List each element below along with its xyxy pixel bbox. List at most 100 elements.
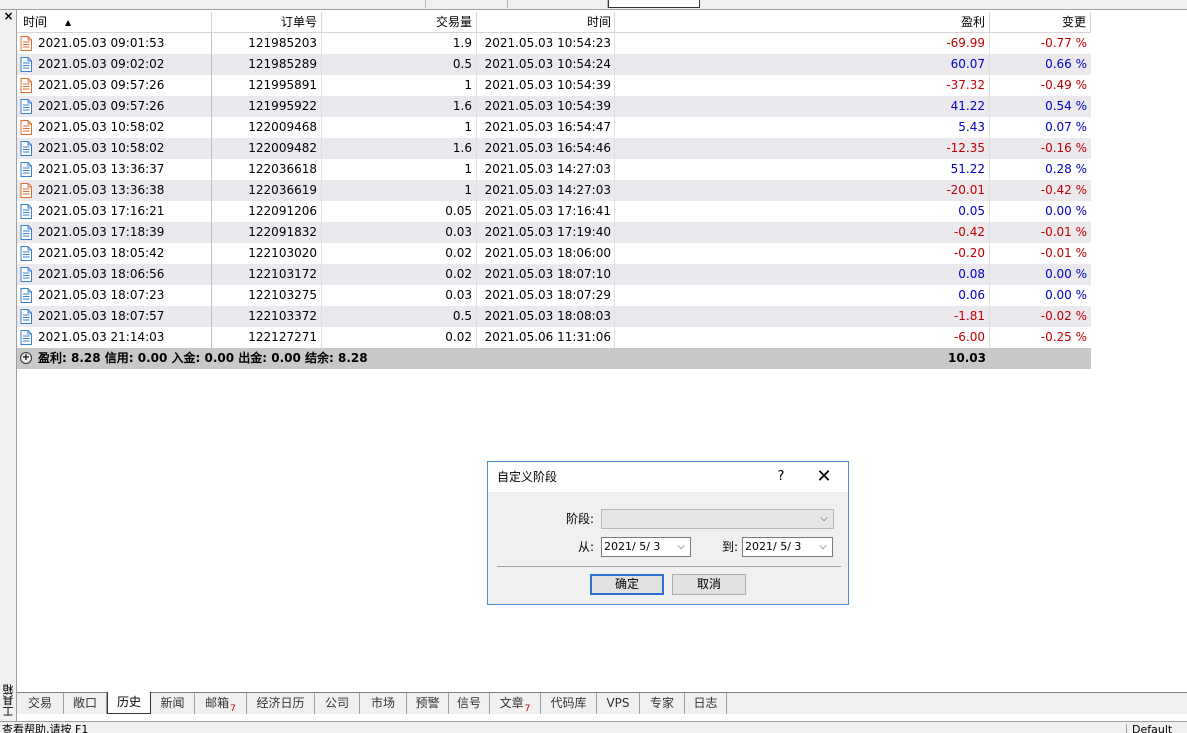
close-time-cell: 2021.05.03 14:27:03 [477,159,615,180]
column-header-volume[interactable]: 交易量 [322,12,477,33]
time-cell: 2021.05.03 10:58:02 [17,138,212,159]
tab-articles[interactable]: 文章7 [490,693,541,714]
summary-total: 10.03 [948,351,986,365]
close-time-cell: 2021.05.03 10:54:39 [477,96,615,117]
from-date-picker[interactable]: 2021/ 5/ 3 ⌵ [601,537,691,557]
table-row[interactable]: 2021.05.03 13:36:38 122036619 1 2021.05.03 … [17,180,1091,201]
tab-exposure[interactable]: 敞口 [64,693,107,714]
volume-cell: 1 [322,117,477,138]
change-cell: -0.01 % [1040,246,1087,260]
tab-news[interactable]: 新闻 [151,693,195,714]
column-header-close-time[interactable]: 时间 [477,12,615,33]
profit-cell: -20.01 [615,180,990,201]
close-icon[interactable]: ✕ [815,462,833,492]
table-row[interactable]: 2021.05.03 09:01:53 121985203 1.9 2021.05.0… [17,33,1091,54]
profit-cell: -0.42 [615,222,990,243]
period-label: 阶段: [565,512,594,526]
to-label: 到: [721,540,738,554]
change-cell: 0.00 % [1045,267,1087,281]
bottom-tab-bar: 交易 敞口 历史 新闻 邮箱7 经济日历 公司 市场 预警 信号 文章7 代码库 VPS 专家 日志 [17,692,1187,714]
table-row[interactable]: 2021.05.03 17:18:39 122091832 0.03 2021.05.… [17,222,1091,243]
close-time-cell: 2021.05.03 10:54:23 [477,33,615,54]
close-time-cell: 2021.05.03 10:54:39 [477,75,615,96]
tab-journal[interactable]: 日志 [685,693,727,714]
from-date-value: 2021/ 5/ 3 [604,540,661,553]
chevron-down-icon: ⌵ [677,541,685,552]
dialog-titlebar: 自定义阶段 ? ✕ [488,462,848,492]
table-row[interactable]: 2021.05.03 18:05:42 122103020 0.02 2021.05.… [17,243,1091,264]
chart-tab[interactable] [344,0,426,8]
tab-codebase[interactable]: 代码库 [541,693,597,714]
order-cell: 121985203 [212,33,322,54]
volume-cell: 1.9 [322,33,477,54]
buy-order-icon [20,288,32,303]
tab-badge: 7 [230,704,236,714]
table-row[interactable]: 2021.05.03 17:16:21 122091206 0.05 2021.05.… [17,201,1091,222]
close-time-cell: 2021.05.03 10:54:24 [477,54,615,75]
tab-history[interactable]: 历史 [107,692,151,714]
tab-signals[interactable]: 信号 [449,693,490,714]
sell-order-icon [20,78,32,93]
to-date-picker[interactable]: 2021/ 5/ 3 ⌵ [742,537,833,557]
cancel-button[interactable]: 取消 [672,574,746,595]
tab-mailbox[interactable]: 邮箱7 [195,693,247,714]
order-cell: 122103275 [212,285,322,306]
profit-cell: -1.81 [615,306,990,327]
table-row[interactable]: 2021.05.03 09:02:02 121985289 0.5 2021.05.0… [17,54,1091,75]
table-row[interactable]: 2021.05.03 18:07:23 122103275 0.03 2021.05.… [17,285,1091,306]
help-icon[interactable]: ? [773,462,789,492]
table-row[interactable]: 2021.05.03 18:07:57 122103372 0.5 2021.05.0… [17,306,1091,327]
volume-cell: 1 [322,75,477,96]
column-header-profit[interactable]: 盈利 [615,12,990,33]
order-cell: 121985289 [212,54,322,75]
from-label: 从: [577,540,594,554]
column-header-time[interactable]: 时间 ▲ [17,12,212,33]
column-header-change[interactable]: 变更 [990,12,1091,33]
buy-order-icon [20,57,32,72]
table-row[interactable]: 2021.05.03 21:14:03 122127271 0.02 2021.05.… [17,327,1091,348]
expand-icon[interactable]: + [20,352,32,364]
table-row[interactable]: 2021.05.03 18:06:56 122103172 0.02 2021.05.… [17,264,1091,285]
order-cell: 122009468 [212,117,322,138]
chart-tab-active[interactable] [608,0,700,8]
summary-row[interactable]: + 盈利: 8.28 信用: 0.00 入金: 0.00 出金: 0.00 结余… [17,348,1091,369]
table-row[interactable]: 2021.05.03 10:58:02 122009468 1 2021.05.03 … [17,117,1091,138]
tab-trade[interactable]: 交易 [17,693,64,714]
table-row[interactable]: 2021.05.03 09:57:26 121995922 1.6 2021.05.0… [17,96,1091,117]
tab-experts[interactable]: 专家 [640,693,685,714]
order-cell: 122009482 [212,138,322,159]
profit-cell: 0.06 [615,285,990,306]
time-cell: 2021.05.03 18:06:56 [17,264,212,285]
profit-cell: -69.99 [615,33,990,54]
dialog-title: 自定义阶段 [497,470,558,484]
close-time-cell: 2021.05.03 16:54:47 [477,117,615,138]
tab-calendar[interactable]: 经济日历 [247,693,315,714]
time-cell: 2021.05.03 09:02:02 [17,54,212,75]
buy-order-icon [20,267,32,282]
change-cell: 0.66 % [1045,57,1087,71]
ok-button[interactable]: 确定 [590,574,664,595]
buy-order-icon [20,99,32,114]
tab-alerts[interactable]: 预警 [407,693,449,714]
volume-cell: 1 [322,159,477,180]
buy-order-icon [20,141,32,156]
volume-cell: 1.6 [322,96,477,117]
table-row[interactable]: 2021.05.03 10:58:02 122009482 1.6 2021.05.0… [17,138,1091,159]
tab-vps[interactable]: VPS [597,693,640,714]
change-cell: -0.01 % [1040,225,1087,239]
chart-tab[interactable] [508,0,608,8]
tab-market[interactable]: 市场 [360,693,407,714]
period-select[interactable]: ⌵ [601,509,834,529]
toolbox-title: 工具箱 [2,684,15,717]
tab-company[interactable]: 公司 [315,693,360,714]
table-row[interactable]: 2021.05.03 09:57:26 121995891 1 2021.05.03 … [17,75,1091,96]
time-cell: 2021.05.03 09:01:53 [17,33,212,54]
buy-order-icon [20,162,32,177]
column-header-order[interactable]: 订单号 [212,12,322,33]
change-cell: 0.07 % [1045,120,1087,134]
table-row[interactable]: 2021.05.03 13:36:37 122036618 1 2021.05.03 … [17,159,1091,180]
change-cell: -0.49 % [1040,78,1087,92]
close-time-cell: 2021.05.03 16:54:46 [477,138,615,159]
chart-tab[interactable] [426,0,508,8]
close-icon[interactable]: × [2,10,15,23]
